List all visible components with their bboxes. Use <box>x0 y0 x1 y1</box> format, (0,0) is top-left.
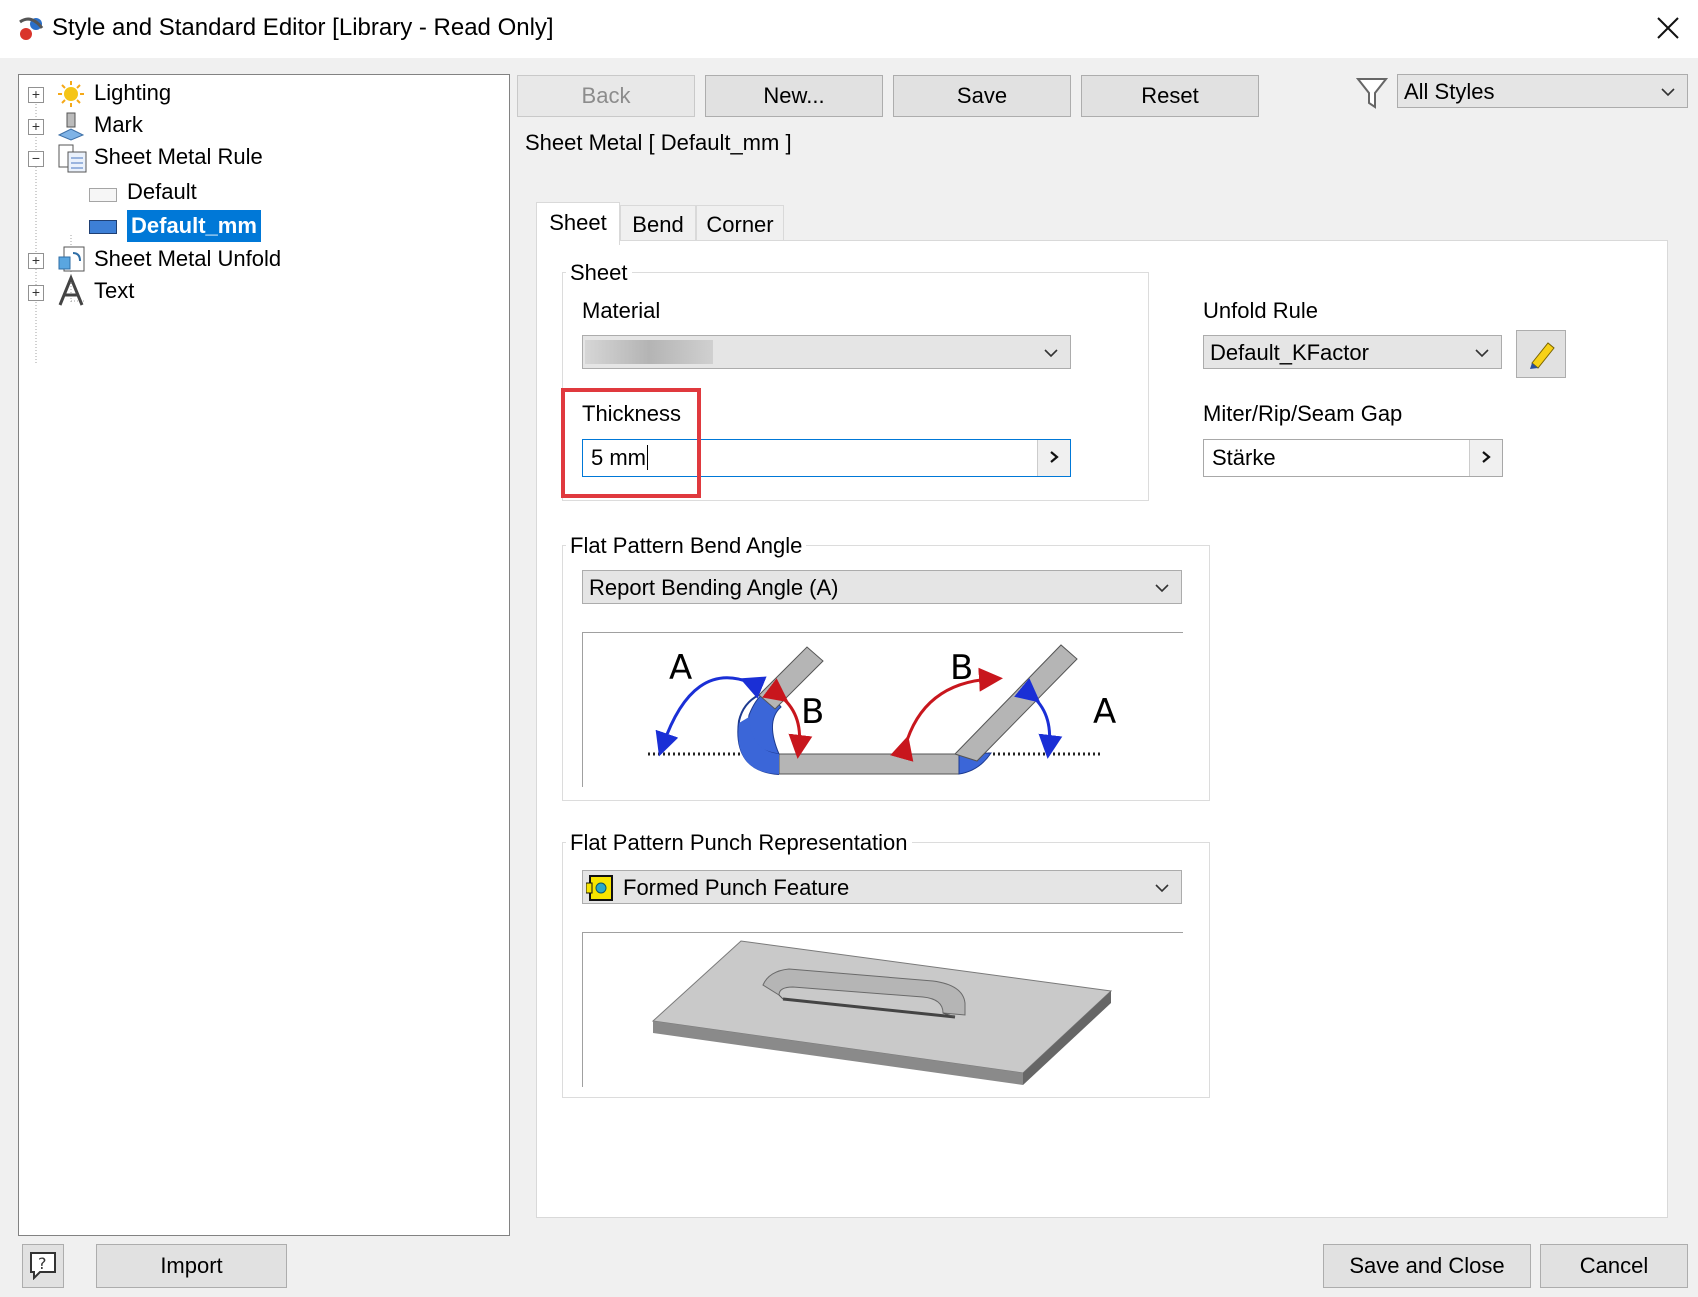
diagram-label-a-left: A <box>669 648 692 688</box>
chevron-down-icon <box>1661 88 1675 97</box>
app-logo-icon <box>19 17 44 40</box>
tab-bend[interactable]: Bend <box>620 205 696 244</box>
reset-button[interactable]: Reset <box>1081 75 1259 117</box>
expander-lighting[interactable]: + <box>28 87 44 103</box>
bend-angle-diagram: A B B A <box>648 644 1116 775</box>
help-icon: ? <box>30 1252 56 1281</box>
tree-item-lighting[interactable]: Lighting <box>94 77 171 109</box>
tree-item-text[interactable]: Text <box>94 275 134 307</box>
punch-diagram <box>651 940 1113 1085</box>
svg-text:?: ? <box>38 1254 47 1273</box>
punch-title: Flat Pattern Punch Representation <box>566 830 912 856</box>
punch-representation-value: Formed Punch Feature <box>623 875 850 900</box>
material-label: Material <box>582 298 661 323</box>
chevron-right-icon <box>1050 451 1059 463</box>
tree-item-sheet-metal-rule[interactable]: Sheet Metal Rule <box>94 141 263 173</box>
punch-representation-dropdown[interactable]: Formed Punch Feature <box>582 870 1182 904</box>
tree-item-mark[interactable]: Mark <box>94 109 143 141</box>
diagram-label-a-right: A <box>1093 692 1116 732</box>
style-filter-value: All Styles <box>1404 79 1495 104</box>
diagram-label-b-right: B <box>950 648 973 688</box>
sheet-group-title: Sheet <box>566 260 632 286</box>
tab-sheet[interactable]: Sheet <box>536 202 620 245</box>
chevron-down-icon <box>1155 584 1169 593</box>
thickness-options-button[interactable] <box>1037 440 1070 476</box>
bend-angle-title: Flat Pattern Bend Angle <box>566 533 807 559</box>
title-bar: Style and Standard Editor [Library - Rea… <box>0 0 1698 59</box>
close-icon <box>1657 17 1679 39</box>
sheet-metal-unfold-icon <box>58 246 85 272</box>
cancel-button[interactable]: Cancel <box>1540 1244 1688 1288</box>
seam-gap-input[interactable]: Stärke <box>1203 439 1503 477</box>
edit-unfold-rule-button[interactable] <box>1516 330 1566 378</box>
style-filter-dropdown[interactable]: All Styles <box>1397 74 1688 108</box>
text-style-icon <box>58 275 84 306</box>
seam-gap-label: Miter/Rip/Seam Gap <box>1203 401 1403 426</box>
import-button[interactable]: Import <box>96 1244 287 1288</box>
style-swatch-icon <box>89 188 117 202</box>
formed-punch-icon <box>586 875 613 901</box>
unfold-rule-label: Unfold Rule <box>1203 298 1318 323</box>
bend-angle-preview: A B B A <box>582 632 1183 787</box>
material-value-blurred <box>585 340 713 364</box>
seam-gap-value: Stärke <box>1212 445 1276 470</box>
punch-preview <box>582 932 1183 1087</box>
sheet-metal-rule-icon <box>58 144 87 173</box>
tree-item-default-mm[interactable]: Default_mm <box>127 210 261 242</box>
back-button[interactable]: Back <box>517 75 695 117</box>
tab-corner[interactable]: Corner <box>696 205 784 244</box>
unfold-rule-dropdown[interactable]: Default_KFactor <box>1203 335 1502 369</box>
style-tree[interactable]: + Lighting + Mark − Sheet Metal Rule Def… <box>18 74 510 1236</box>
chevron-right-icon <box>1482 451 1491 463</box>
seam-gap-options-button[interactable] <box>1469 440 1502 476</box>
highlight-box <box>561 388 701 498</box>
new-button[interactable]: New... <box>705 75 883 117</box>
help-button[interactable]: ? <box>22 1244 64 1288</box>
filter-icon <box>1356 78 1388 109</box>
unfold-rule-value: Default_KFactor <box>1210 340 1369 365</box>
expander-sheet-metal-unfold[interactable]: + <box>28 253 44 269</box>
bend-angle-dropdown[interactable]: Report Bending Angle (A) <box>582 570 1182 604</box>
expander-mark[interactable]: + <box>28 119 44 135</box>
expander-sheet-metal-rule[interactable]: − <box>28 151 44 167</box>
tree-item-sheet-metal-unfold[interactable]: Sheet Metal Unfold <box>94 243 281 275</box>
expander-text[interactable]: + <box>28 285 44 301</box>
diagram-label-b-left: B <box>801 692 824 732</box>
style-title: Sheet Metal [ Default_mm ] <box>525 130 792 155</box>
save-and-close-button[interactable]: Save and Close <box>1323 1244 1531 1288</box>
material-dropdown[interactable] <box>582 335 1071 369</box>
window-title: Style and Standard Editor [Library - Rea… <box>52 14 554 41</box>
close-button[interactable] <box>1648 8 1688 48</box>
chevron-down-icon <box>1475 349 1489 358</box>
chevron-down-icon <box>1155 884 1169 893</box>
pencil-icon <box>1530 342 1555 369</box>
style-swatch-icon <box>89 220 117 234</box>
bend-angle-value: Report Bending Angle (A) <box>589 575 839 600</box>
save-button[interactable]: Save <box>893 75 1071 117</box>
lighting-icon <box>58 81 84 107</box>
chevron-down-icon <box>1044 349 1058 358</box>
tree-item-default[interactable]: Default <box>127 176 197 208</box>
mark-icon <box>57 112 85 141</box>
